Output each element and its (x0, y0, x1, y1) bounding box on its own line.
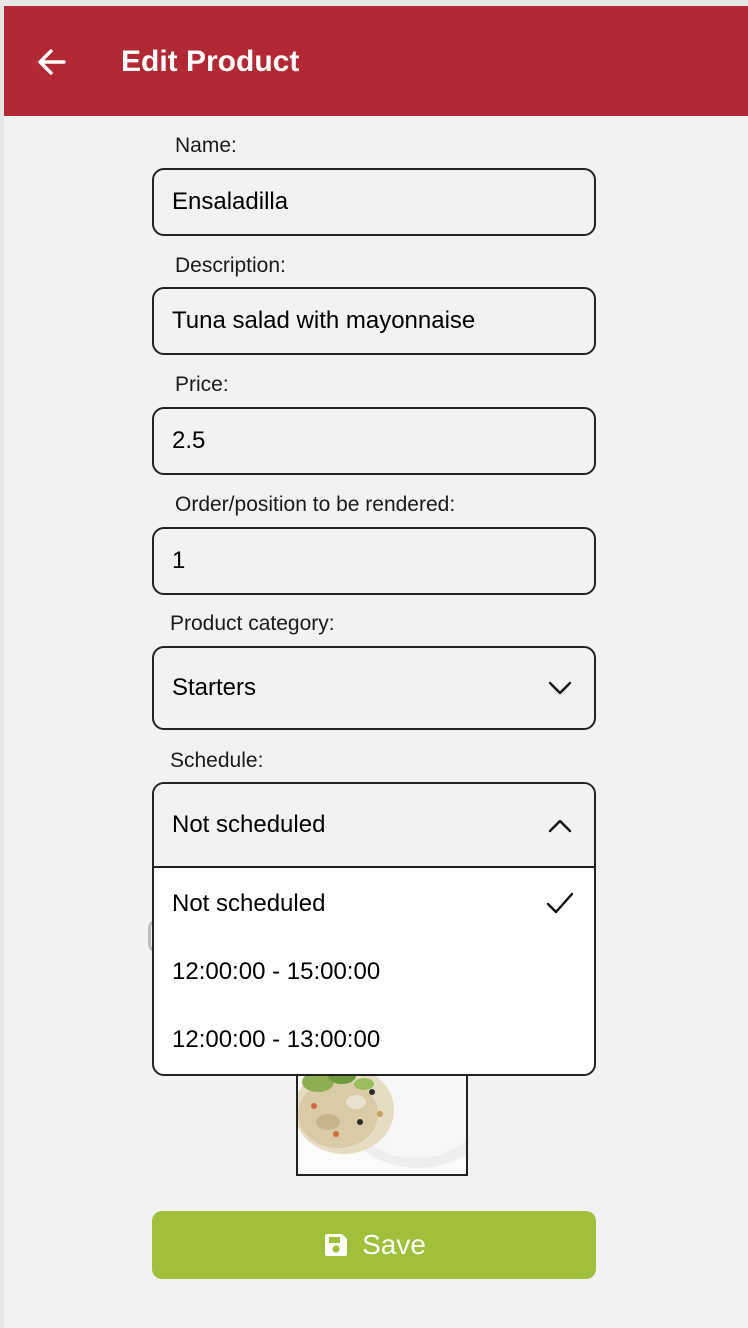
name-input[interactable]: Ensaladilla (152, 168, 596, 236)
price-label: Price: (175, 373, 229, 396)
order-input[interactable]: 1 (152, 527, 596, 595)
schedule-option-label: 12:00:00 - 15:00:00 (172, 958, 381, 985)
category-label: Product category: (170, 612, 335, 635)
schedule-option[interactable]: Not scheduled (154, 870, 594, 938)
app-header: Edit Product (4, 6, 748, 116)
category-select[interactable]: Starters (152, 646, 596, 730)
price-input[interactable]: 2.5 (152, 407, 596, 475)
schedule-dropdown: Not scheduled Not scheduled 12:00:00 - 1… (152, 782, 596, 1076)
chevron-down-icon (548, 681, 572, 695)
description-label: Description: (175, 254, 286, 277)
save-button-label: Save (362, 1229, 426, 1260)
order-label: Order/position to be rendered: (175, 493, 456, 516)
page-title: Edit Product (121, 45, 300, 78)
schedule-option-label: 12:00:00 - 13:00:00 (172, 1026, 381, 1053)
floppy-disk-icon (325, 1234, 348, 1256)
schedule-select[interactable]: Not scheduled (154, 784, 594, 868)
schedule-option[interactable]: 12:00:00 - 13:00:00 (154, 1006, 594, 1074)
chevron-up-icon (548, 819, 572, 833)
name-label: Name: (175, 134, 237, 157)
schedule-option-label: Not scheduled (172, 890, 326, 917)
checkmark-icon (546, 892, 574, 914)
save-button[interactable]: Save (152, 1211, 596, 1279)
product-image[interactable] (296, 1060, 468, 1176)
description-input[interactable]: Tuna salad with mayonnaise (152, 287, 596, 355)
schedule-label: Schedule: (170, 749, 264, 772)
category-select-value: Starters (172, 674, 257, 701)
schedule-option[interactable]: 12:00:00 - 15:00:00 (154, 938, 594, 1006)
arrow-left-icon (38, 49, 66, 75)
back-button[interactable] (32, 42, 72, 82)
schedule-select-value: Not scheduled (172, 811, 326, 838)
salad-photo (298, 1062, 466, 1174)
